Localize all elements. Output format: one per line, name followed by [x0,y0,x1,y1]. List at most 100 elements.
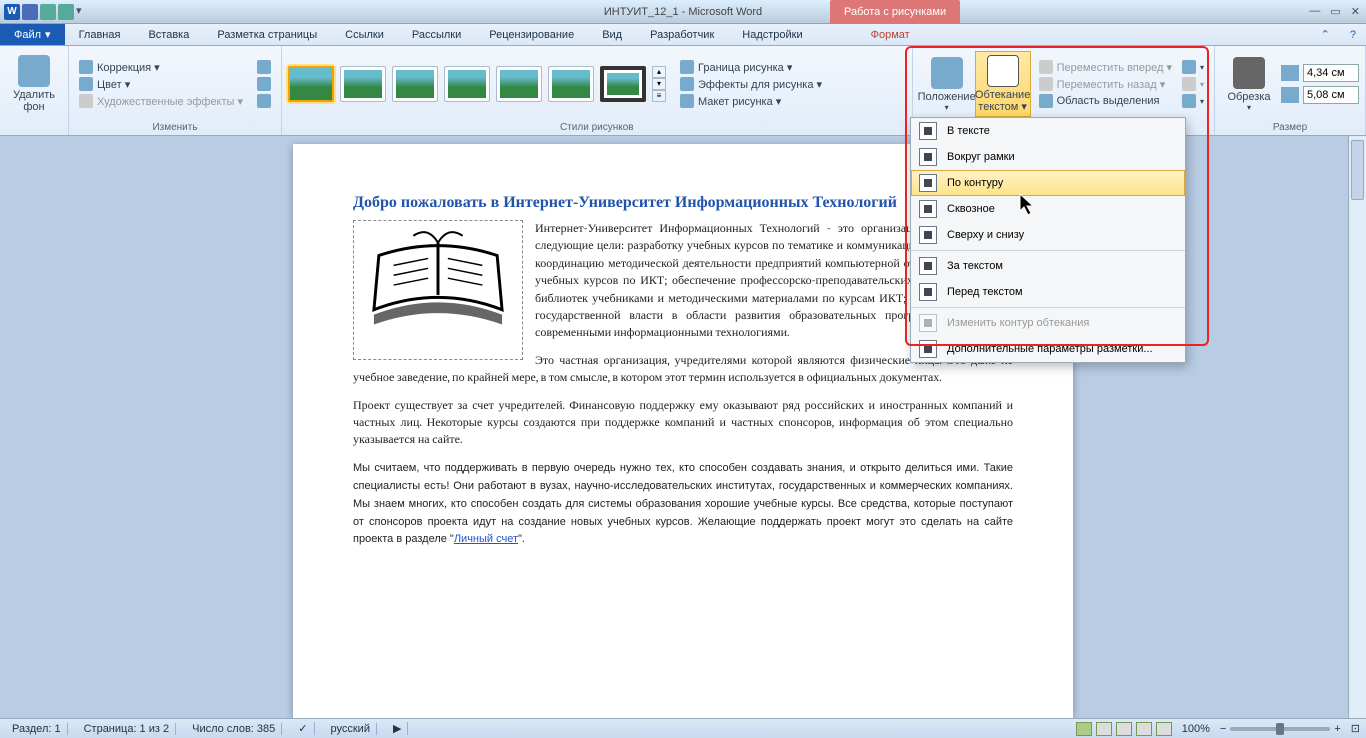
picture-layout-button[interactable]: Макет рисунка ▾ [676,93,826,109]
rotate-button[interactable]: ▾ [1178,93,1208,109]
color-icon [79,77,93,91]
crop-button[interactable]: Обрезка▾ [1221,51,1277,117]
picture-effects-button[interactable]: Эффекты для рисунка ▾ [676,76,826,92]
reset-picture-button[interactable] [253,93,275,109]
view-print-layout-icon[interactable] [1076,722,1092,736]
doc-link[interactable]: Личный счет [454,533,518,545]
tab-page-layout[interactable]: Разметка страницы [203,24,331,45]
close-icon[interactable]: ✕ [1351,5,1360,18]
compress-button[interactable] [253,59,275,75]
group-icon [1182,77,1196,91]
picture-styles-gallery[interactable]: ▴ ▾ ≡ [288,66,666,102]
wrap-edit-icon [919,314,937,332]
status-words[interactable]: Число слов: 385 [186,723,282,735]
view-draft-icon[interactable] [1156,722,1172,736]
corrections-button[interactable]: Коррекция ▾ [75,59,247,75]
wrap-top-bottom[interactable]: Сверху и снизу [911,222,1185,248]
help-icon[interactable]: ? [1340,24,1366,45]
quick-access-toolbar: W ▾ [0,4,86,20]
group-remove-bg: Удалить фон [0,46,69,135]
zoom-fit-icon[interactable]: ⊡ [1351,722,1360,735]
tab-references[interactable]: Ссылки [331,24,398,45]
scroll-thumb[interactable] [1351,140,1364,200]
ribbon-expand-icon[interactable]: ⌃ [1311,24,1340,45]
wrap-through-icon [919,200,937,218]
vertical-scrollbar[interactable] [1348,136,1366,718]
pic-style-1[interactable] [288,66,334,102]
wrap-edit-points: Изменить контур обтекания [911,310,1185,336]
wrap-more-options[interactable]: Дополнительные параметры разметки... [911,336,1185,362]
undo-icon[interactable] [40,4,56,20]
tab-review[interactable]: Рецензирование [475,24,588,45]
group-picture-styles: ▴ ▾ ≡ Граница рисунка ▾ Эффекты для рису… [282,46,913,135]
remove-background-button[interactable]: Удалить фон [6,51,62,117]
pic-style-5[interactable] [496,66,542,102]
height-input[interactable] [1281,64,1359,82]
ribbon-tabs: Файл▾ Главная Вставка Разметка страницы … [0,24,1366,46]
artistic-effects-button[interactable]: Художественные эффекты ▾ [75,93,247,109]
gallery-up-icon[interactable]: ▴ [652,66,666,78]
color-button[interactable]: Цвет ▾ [75,76,247,92]
width-input[interactable] [1281,86,1359,104]
tab-home[interactable]: Главная [65,24,135,45]
qat-dropdown-icon[interactable]: ▾ [76,4,82,20]
crop-icon [1233,57,1265,89]
tab-mailings[interactable]: Рассылки [398,24,475,45]
redo-icon[interactable] [58,4,74,20]
selection-pane-button[interactable]: Область выделения [1035,93,1176,109]
send-backward-button[interactable]: Переместить назад ▾ [1035,76,1176,92]
status-page[interactable]: Страница: 1 из 2 [78,723,177,735]
status-spellcheck[interactable]: ✓ [292,722,314,735]
wrap-through[interactable]: Сквозное [911,196,1185,222]
status-bar: Раздел: 1 Страница: 1 из 2 Число слов: 3… [0,718,1366,738]
view-fullscreen-icon[interactable] [1096,722,1112,736]
inserted-image[interactable] [353,220,523,360]
gallery-more-icon[interactable]: ≡ [652,90,666,102]
pic-style-7[interactable] [600,66,646,102]
selection-icon [1039,94,1053,108]
wrap-tight[interactable]: По контуру [911,170,1185,196]
maximize-icon[interactable]: ▭ [1330,5,1340,18]
status-language[interactable]: русский [325,723,377,735]
border-icon [680,60,694,74]
tab-addins[interactable]: Надстройки [728,24,816,45]
status-macro[interactable]: ▶ [387,722,408,735]
gallery-down-icon[interactable]: ▾ [652,78,666,90]
word-icon[interactable]: W [4,4,20,20]
window-title: ИНТУИТ_12_1 - Microsoft Word [604,6,762,18]
status-section[interactable]: Раздел: 1 [6,723,68,735]
pic-style-6[interactable] [548,66,594,102]
wrap-front[interactable]: Перед текстом [911,279,1185,305]
group-button[interactable]: ▾ [1178,76,1208,92]
pic-style-3[interactable] [392,66,438,102]
zoom-slider[interactable] [1230,727,1330,731]
zoom-level[interactable]: 100% [1182,723,1210,735]
file-tab[interactable]: Файл▾ [0,24,65,45]
wrap-tight-icon [919,174,937,192]
wrap-behind-icon [919,257,937,275]
wrap-behind[interactable]: За текстом [911,253,1185,279]
tab-insert[interactable]: Вставка [134,24,203,45]
change-picture-button[interactable] [253,76,275,92]
zoom-in-icon[interactable]: + [1334,723,1340,735]
zoom-out-icon[interactable]: − [1220,723,1226,735]
tab-format[interactable]: Формат [857,24,924,45]
bring-forward-button[interactable]: Переместить вперед ▾ [1035,59,1176,75]
wrap-square[interactable]: Вокруг рамки [911,144,1185,170]
wrap-text-button[interactable]: Обтекание текстом ▾ [975,51,1031,117]
wrap-inline-icon [919,122,937,140]
align-button[interactable]: ▾ [1178,59,1208,75]
save-icon[interactable] [22,4,38,20]
pic-style-2[interactable] [340,66,386,102]
picture-border-button[interactable]: Граница рисунка ▾ [676,59,826,75]
view-outline-icon[interactable] [1136,722,1152,736]
wrap-inline[interactable]: В тексте [911,118,1185,144]
tab-view[interactable]: Вид [588,24,636,45]
pic-style-4[interactable] [444,66,490,102]
tab-developer[interactable]: Разработчик [636,24,728,45]
wrap-text-menu: В тексте Вокруг рамки По контуру Сквозно… [910,117,1186,363]
backward-icon [1039,77,1053,91]
view-web-icon[interactable] [1116,722,1132,736]
minimize-icon[interactable]: ― [1309,5,1320,18]
position-button[interactable]: Положение▾ [919,51,975,117]
